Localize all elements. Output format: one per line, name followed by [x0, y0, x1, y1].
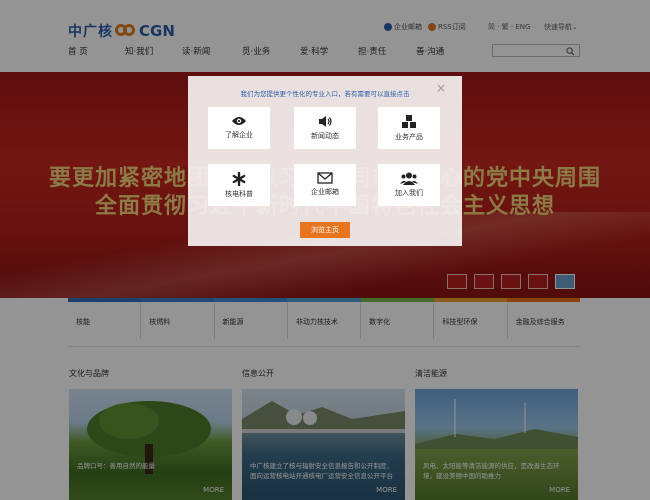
speaker-icon: [319, 116, 332, 127]
eye-icon: [232, 117, 246, 125]
tile-label: 核电科普: [225, 190, 253, 198]
modal-message: 我们为您提供更个性化的专业入口，若有需要可以直接点击: [240, 90, 410, 98]
tile-join[interactable]: 加入我们: [378, 164, 440, 206]
modal-backdrop[interactable]: [0, 0, 650, 500]
tile-science[interactable]: 核电科普: [208, 164, 270, 206]
envelope-icon: [317, 172, 333, 184]
tile-products[interactable]: 业务产品: [378, 107, 440, 149]
tile-mail[interactable]: 企业邮箱: [294, 164, 356, 206]
asterisk-icon: [232, 172, 246, 186]
tile-label: 企业邮箱: [311, 188, 339, 196]
tile-label: 新闻动态: [311, 132, 339, 140]
users-icon: [400, 172, 418, 185]
tile-label: 加入我们: [395, 189, 423, 197]
tile-label: 了解企业: [225, 131, 253, 139]
tile-about[interactable]: 了解企业: [208, 107, 270, 149]
browse-home-button[interactable]: 浏览主页: [300, 222, 350, 238]
tile-news[interactable]: 新闻动态: [294, 107, 356, 149]
tile-label: 业务产品: [395, 133, 423, 141]
portal-modal: 我们为您提供更个性化的专业入口，若有需要可以直接点击 × 了解企业 新闻动态 业…: [188, 76, 462, 246]
close-icon[interactable]: ×: [436, 81, 446, 95]
cubes-icon: [402, 115, 416, 128]
